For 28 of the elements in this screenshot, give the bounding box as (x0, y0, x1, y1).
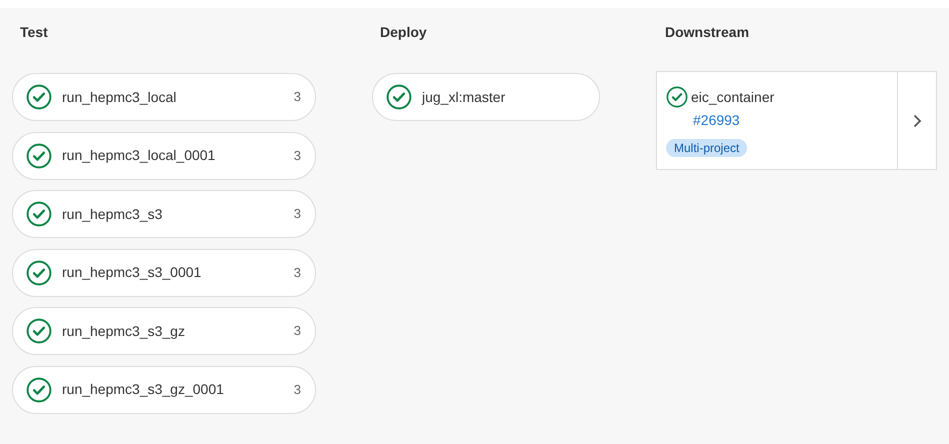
job-pill[interactable]: run_hepmc3_s3_gz 3 (12, 307, 316, 355)
job-pill[interactable]: run_hepmc3_s3 3 (12, 190, 316, 238)
job-count: 3 (294, 88, 301, 106)
check-circle-icon (26, 201, 52, 227)
job-pill[interactable]: run_hepmc3_local 3 (12, 73, 316, 121)
project-name: eic_container (691, 88, 774, 107)
job-count: 3 (294, 264, 301, 282)
check-circle-icon (26, 260, 52, 286)
pipeline-link[interactable]: #26993 (693, 110, 897, 130)
job-pill[interactable]: run_hepmc3_s3_0001 3 (12, 248, 316, 296)
job-count: 3 (294, 205, 301, 224)
check-circle-icon (26, 84, 52, 110)
check-circle-icon (386, 84, 412, 110)
job-pill[interactable]: jug_xl:master (372, 73, 600, 121)
check-circle-icon (26, 376, 52, 402)
multi-project-badge: Multi-project (666, 139, 748, 157)
job-count: 3 (294, 380, 301, 399)
job-pill[interactable]: run_hepmc3_local_0001 3 (12, 132, 316, 180)
check-circle-icon (26, 318, 52, 344)
job-count: 3 (294, 146, 301, 165)
stage-title: Downstream (665, 23, 750, 42)
job-pill[interactable]: run_hepmc3_s3_gz_0001 3 (12, 366, 316, 414)
job-count: 3 (294, 322, 301, 340)
check-circle-icon (666, 86, 688, 108)
chevron-right-icon (912, 114, 922, 128)
stage-title: Deploy (380, 23, 428, 42)
stage-title: Test (20, 23, 49, 42)
check-circle-icon (26, 142, 52, 168)
